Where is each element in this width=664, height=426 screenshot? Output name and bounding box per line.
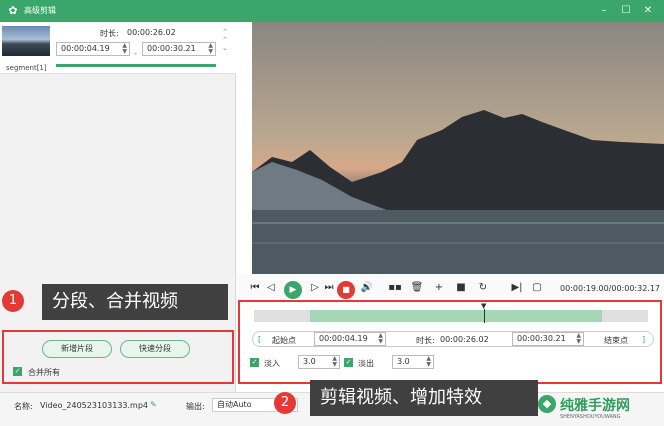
timeline-selection[interactable] — [310, 310, 602, 322]
fade-in-field[interactable]: 3.0 ▲ ▼ — [298, 355, 340, 369]
close-icon[interactable]: ✕ — [640, 3, 656, 19]
segment-label: segment[1] — [6, 64, 47, 72]
new-segment-button[interactable]: 新增片段 — [42, 340, 112, 358]
callout-number-2: 2 — [274, 392, 296, 414]
playhead-icon[interactable]: ▼ — [481, 303, 489, 310]
file-name-value: Video_240523103133.mp4 — [40, 401, 148, 410]
output-label: 输出: — [186, 402, 205, 411]
stop-button[interactable]: ■ — [337, 281, 355, 299]
fade-in-label: 淡入 — [264, 359, 280, 368]
segment-end-value: 00:00:30.21 — [147, 44, 196, 53]
fade-out-value: 3.0 — [397, 357, 410, 366]
callout-label-1: 分段、合并视频 — [42, 284, 228, 320]
add-icon[interactable]: + — [432, 281, 446, 295]
playhead-line — [484, 309, 485, 323]
stepper-icon[interactable]: ▲ ▼ — [332, 356, 337, 368]
step-forward-icon[interactable]: ▷ — [308, 281, 322, 295]
segment-card[interactable]: segment[1] 时长: 00:00:26.02 00:00:04.19 ▲… — [0, 22, 236, 74]
watermark-text: 纯雅手游网 — [560, 398, 630, 414]
stepper-icon[interactable]: ▲ ▼ — [576, 333, 581, 345]
fade-out-label: 淡出 — [358, 359, 374, 368]
file-name-label: 名称: — [14, 402, 33, 411]
fade-out-field[interactable]: 3.0 ▲ ▼ — [392, 355, 434, 369]
trim-end-value: 00:00:30.21 — [517, 334, 566, 343]
callout-label-2: 剪辑视频、增加特效 — [310, 380, 538, 416]
reset-icon[interactable]: ↻ — [476, 281, 490, 295]
video-frame — [252, 110, 664, 274]
stepper-icon[interactable]: ▲ ▼ — [122, 43, 127, 55]
skip-start-icon[interactable]: ⏮ — [248, 281, 262, 295]
segment-duration-label: 时长: — [100, 29, 119, 38]
title-bar: ✿ 高级剪辑 – ☐ ✕ — [0, 0, 664, 22]
segment-thumbnail[interactable] — [2, 26, 50, 56]
set-end-button[interactable]: 结束点 — [604, 335, 628, 346]
merge-all-checkbox[interactable]: ✓ — [13, 367, 22, 376]
stepper-icon[interactable]: ▲ ▼ — [378, 333, 383, 345]
app-icon: ✿ — [8, 4, 18, 17]
split-icon[interactable]: ▪▪ — [388, 281, 402, 295]
window-title: 高级剪辑 — [24, 6, 56, 15]
trim-duration-value: 00:00:26.02 — [440, 335, 489, 344]
segment-duration-value: 00:00:26.02 — [127, 28, 176, 37]
play-segment-icon[interactable]: ▶| — [510, 281, 524, 295]
fade-out-checkbox[interactable]: ✓ — [344, 358, 353, 367]
trim-duration-label: 时长: — [416, 336, 435, 345]
segment-progress-line — [56, 64, 216, 67]
segment-start-value: 00:00:04.19 — [61, 44, 110, 53]
step-back-icon[interactable]: ◁ — [264, 281, 278, 295]
fade-in-value: 3.0 — [303, 357, 316, 366]
set-start-button[interactable]: 起始点 — [272, 335, 296, 346]
quick-split-button[interactable]: 快速分段 — [120, 340, 190, 358]
frame-icon[interactable]: ▢ — [530, 281, 544, 295]
video-preview — [252, 22, 664, 274]
scroll-arrows-icon[interactable]: ⌃ ⌃ ⌄ — [222, 28, 228, 52]
play-button[interactable]: ▶ — [284, 281, 302, 299]
segment-start-field[interactable]: 00:00:04.19 ▲ ▼ — [56, 42, 130, 56]
watermark-subtext: SHENYASHOUYOUWANG — [560, 414, 621, 420]
volume-icon[interactable]: 🔊 — [360, 281, 374, 295]
trim-start-field[interactable]: 00:00:04.19 ▲ ▼ — [314, 332, 386, 346]
watermark-logo-icon: ◆ — [538, 395, 556, 413]
stepper-icon[interactable]: ▲ ▼ — [208, 43, 213, 55]
delete-icon[interactable]: 🗑 — [410, 281, 424, 295]
bracket-right-icon: ] — [642, 335, 646, 344]
callout-number-1: 1 — [2, 290, 24, 312]
output-select-value: 自动Auto — [217, 400, 252, 409]
timeline-track[interactable] — [254, 310, 648, 322]
range-separator: - — [134, 49, 137, 58]
fade-in-checkbox[interactable]: ✓ — [250, 358, 259, 367]
stepper-icon[interactable]: ▲ ▼ — [426, 356, 431, 368]
merge-all-label: 合并所有 — [28, 368, 60, 377]
bracket-left-icon: [ — [258, 335, 262, 344]
maximize-icon[interactable]: ☐ — [618, 3, 634, 19]
trim-start-value: 00:00:04.19 — [319, 334, 368, 343]
segment-end-field[interactable]: 00:00:30.21 ▲ ▼ — [142, 42, 216, 56]
watermark: ◆ 纯雅手游网 SHENYASHOUYOUWANG — [538, 393, 664, 423]
rename-icon[interactable]: ✎ — [150, 400, 157, 409]
trim-end-field[interactable]: 00:00:30.21 ▲ ▼ — [512, 332, 584, 346]
copy-icon[interactable]: ■ — [454, 281, 468, 295]
minimize-icon[interactable]: – — [596, 3, 612, 19]
skip-end-icon[interactable]: ⏭ — [322, 281, 336, 295]
time-display: 00:00:19.00/00:00:32.17 — [560, 284, 660, 293]
